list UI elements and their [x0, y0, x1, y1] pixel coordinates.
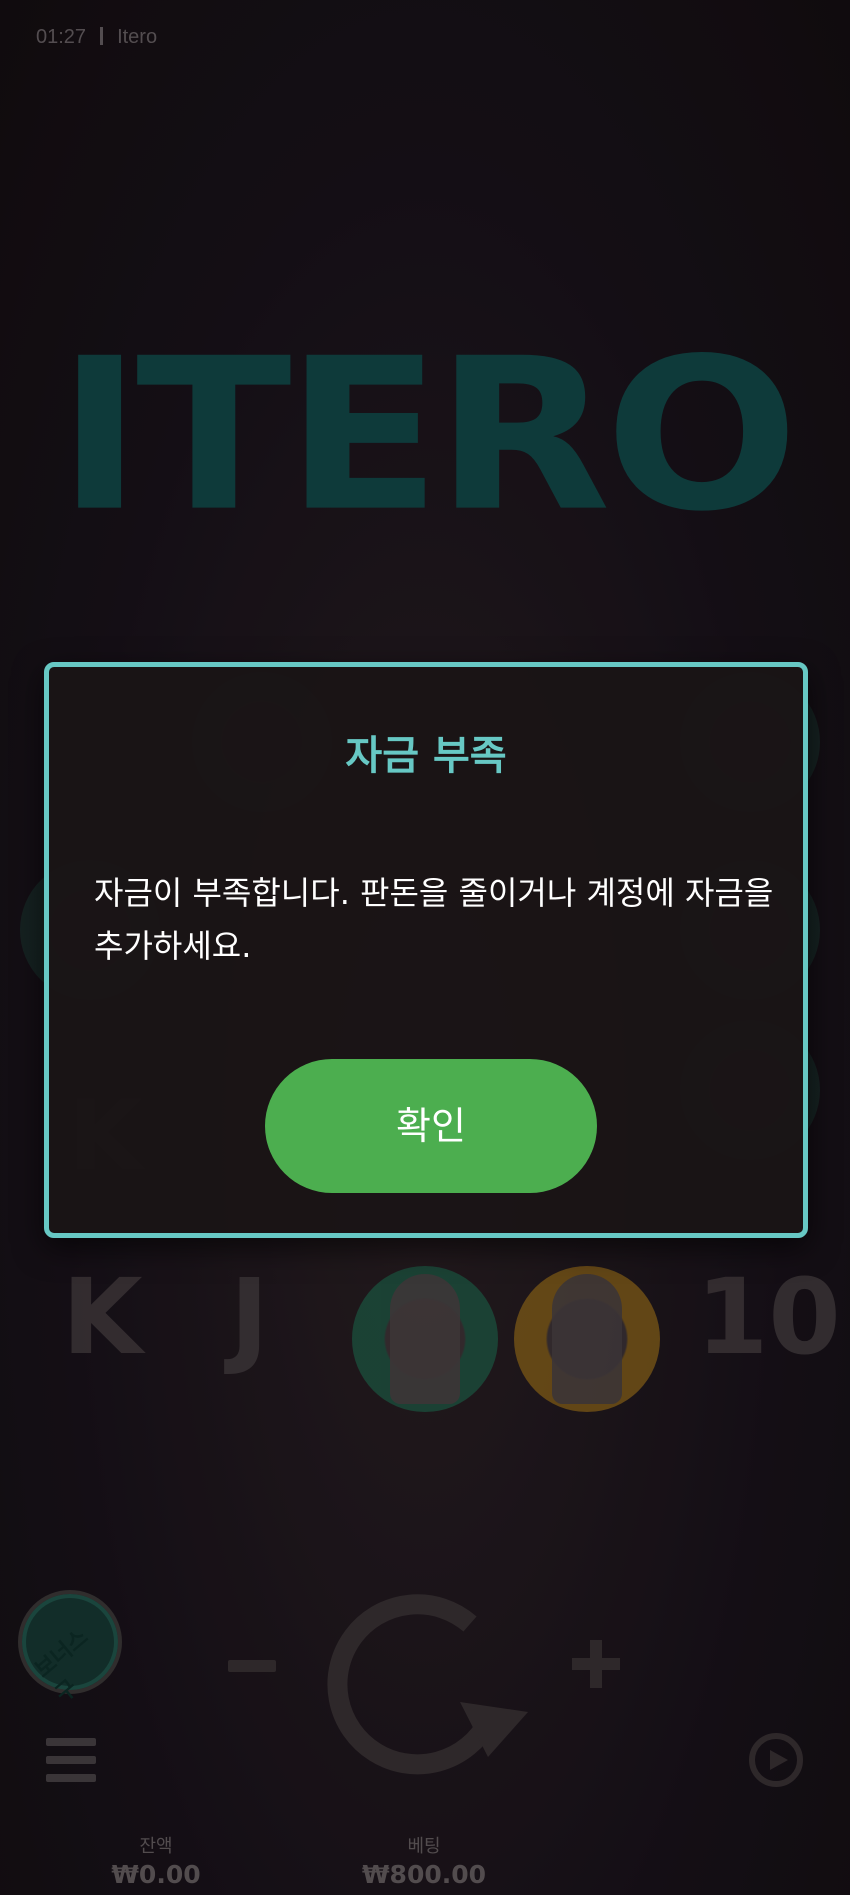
dialog-title: 자금 부족	[345, 733, 507, 779]
dialog-message: 자금이 부족합니다. 판돈을 줄이거나 계정에 자금을 추가하세요.	[94, 874, 774, 965]
insufficient-funds-dialog: 자금 부족 자금이 부족합니다. 판돈을 줄이거나 계정에 자금을 추가하세요.…	[44, 662, 808, 1238]
confirm-button[interactable]: 확인	[265, 1059, 597, 1193]
